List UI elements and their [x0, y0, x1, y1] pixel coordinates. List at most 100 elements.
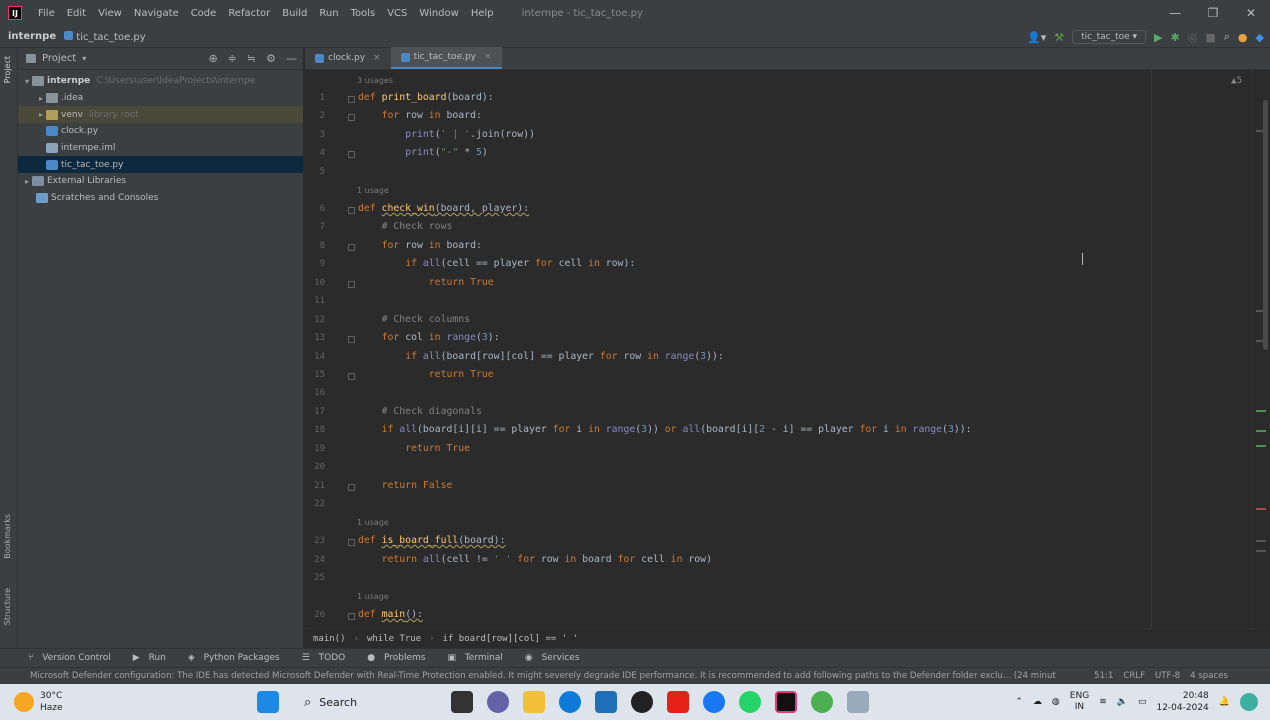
tool-structure[interactable]: Structure: [3, 588, 12, 625]
usage-hint[interactable]: 1 usage: [357, 518, 389, 527]
windows-start-icon[interactable]: [257, 691, 279, 713]
tool-services[interactable]: ◉ Services: [519, 653, 592, 663]
breadcrumb-item[interactable]: while True: [359, 634, 429, 644]
scrollbar-thumb[interactable]: [1263, 100, 1268, 350]
menu-tools[interactable]: Tools: [345, 8, 382, 19]
update-icon[interactable]: ●: [1238, 31, 1248, 44]
menu-help[interactable]: Help: [465, 8, 500, 19]
notification-bell-icon[interactable]: 🔔: [1219, 697, 1230, 707]
collapse-all-icon[interactable]: ≒: [247, 52, 256, 65]
menu-file[interactable]: File: [32, 8, 61, 19]
chevron-up-icon[interactable]: ⌃: [1015, 697, 1023, 707]
chrome-icon[interactable]: [811, 691, 833, 713]
tool-python-packages[interactable]: ◈ Python Packages: [182, 653, 292, 663]
usage-hint[interactable]: 1 usage: [357, 186, 389, 195]
code-area[interactable]: ▲5 3 usages 1 def print_board(board): 2 …: [305, 70, 1270, 628]
stripe-mark[interactable]: [1256, 550, 1266, 552]
error-stripe[interactable]: [1252, 70, 1270, 628]
tree-item-root[interactable]: ▾ internpe C:\Users\user\IdeaProjects\int…: [18, 73, 303, 90]
expand-all-icon[interactable]: ≑: [228, 52, 237, 65]
fold-marker[interactable]: [348, 207, 355, 214]
tab-clock[interactable]: clock.py ×: [305, 47, 391, 69]
fold-marker[interactable]: [348, 151, 355, 158]
build-hammer-icon[interactable]: ⚒: [1054, 31, 1064, 44]
run-icon[interactable]: ▶: [1154, 31, 1162, 44]
nav-project[interactable]: internpe: [0, 31, 60, 42]
stripe-mark[interactable]: [1256, 445, 1266, 447]
gear-icon[interactable]: ⚙: [266, 52, 276, 65]
wifi-icon[interactable]: ≋: [1099, 697, 1107, 707]
fold-marker[interactable]: [348, 373, 355, 380]
chevron-right-icon[interactable]: ▸: [36, 94, 46, 103]
coverage-icon[interactable]: ◎: [1188, 31, 1198, 44]
tab-tic-tac-toe[interactable]: tic_tac_toe.py ×: [390, 47, 502, 69]
stripe-mark[interactable]: [1256, 540, 1266, 542]
weather-widget[interactable]: 30°C Haze: [0, 690, 250, 714]
intellij-taskbar-icon[interactable]: [775, 691, 797, 713]
file-explorer-icon[interactable]: [523, 691, 545, 713]
tool-project[interactable]: Project: [3, 56, 12, 83]
fold-marker[interactable]: [348, 244, 355, 251]
hide-icon[interactable]: —: [286, 52, 297, 65]
menu-refactor[interactable]: Refactor: [222, 8, 276, 19]
debug-icon[interactable]: ✱: [1171, 31, 1180, 44]
stripe-mark[interactable]: [1256, 430, 1266, 432]
tool-terminal[interactable]: ▣ Terminal: [441, 653, 514, 663]
close-tab-icon[interactable]: ×: [373, 53, 381, 63]
fold-marker[interactable]: [348, 281, 355, 288]
whatsapp-icon[interactable]: [739, 691, 761, 713]
menu-view[interactable]: View: [92, 8, 128, 19]
user-icon[interactable]: 👤▾: [1027, 31, 1046, 44]
menu-run[interactable]: Run: [313, 8, 344, 19]
run-config-select[interactable]: tic_tac_toe ▾: [1072, 30, 1147, 44]
tree-item-iml[interactable]: internpe.iml: [18, 140, 303, 157]
onedrive-icon[interactable]: ☁: [1033, 697, 1042, 707]
nav-file[interactable]: tic_tac_toe.py: [60, 30, 150, 43]
tree-item-venv[interactable]: ▸ venv library root: [18, 106, 303, 124]
locate-icon[interactable]: ⊕: [208, 52, 217, 65]
tree-item-idea[interactable]: ▸ .idea: [18, 90, 303, 107]
facebook-icon[interactable]: [703, 691, 725, 713]
inspection-widget[interactable]: ▲5: [1231, 76, 1242, 86]
file-encoding[interactable]: UTF-8: [1155, 671, 1180, 681]
chevron-right-icon[interactable]: ▸: [22, 177, 32, 186]
task-view-icon[interactable]: [451, 691, 473, 713]
fold-marker[interactable]: [348, 114, 355, 121]
close-button[interactable]: ✕: [1232, 0, 1270, 26]
location-icon[interactable]: ◍: [1052, 697, 1060, 707]
project-panel-title[interactable]: Project: [42, 53, 76, 64]
fold-marker[interactable]: [348, 336, 355, 343]
usage-hint[interactable]: 1 usage: [357, 592, 389, 601]
volume-icon[interactable]: 🔈: [1117, 697, 1128, 707]
menu-build[interactable]: Build: [276, 8, 313, 19]
battery-icon[interactable]: ▭: [1138, 697, 1147, 707]
menu-edit[interactable]: Edit: [61, 8, 92, 19]
teams-chat-icon[interactable]: [487, 691, 509, 713]
chevron-right-icon[interactable]: ▸: [36, 110, 46, 119]
breadcrumb-item[interactable]: main(): [305, 634, 354, 644]
store-icon[interactable]: [595, 691, 617, 713]
breadcrumb-item[interactable]: if board[row][col] == ' ': [435, 634, 586, 644]
menu-vcs[interactable]: VCS: [381, 8, 413, 19]
line-separator[interactable]: CRLF: [1123, 671, 1145, 681]
fold-marker[interactable]: [348, 96, 355, 103]
fold-marker[interactable]: [348, 539, 355, 546]
tool-version-control[interactable]: ⑂ Version Control: [22, 653, 123, 663]
caret-position[interactable]: 51:1: [1094, 671, 1113, 681]
plugin-icon[interactable]: ◆: [1256, 31, 1264, 44]
minimize-button[interactable]: —: [1156, 0, 1194, 26]
edge-browser-icon[interactable]: [559, 691, 581, 713]
stripe-mark[interactable]: [1256, 410, 1266, 412]
stripe-mark[interactable]: [1256, 508, 1266, 510]
tool-run[interactable]: ▶ Run: [127, 653, 178, 663]
maximize-button[interactable]: ❐: [1194, 0, 1232, 26]
taskbar-search[interactable]: ⌕ Search: [294, 689, 444, 715]
search-icon[interactable]: ⌕: [1224, 30, 1230, 44]
menu-window[interactable]: Window: [413, 8, 464, 19]
tool-bookmarks[interactable]: Bookmarks: [3, 514, 12, 559]
clock[interactable]: 20:48 12-04-2024: [1156, 690, 1208, 714]
menu-code[interactable]: Code: [185, 8, 223, 19]
youtube-icon[interactable]: [667, 691, 689, 713]
status-message[interactable]: Microsoft Defender configuration: The ID…: [0, 671, 1080, 681]
fold-marker[interactable]: [348, 484, 355, 491]
